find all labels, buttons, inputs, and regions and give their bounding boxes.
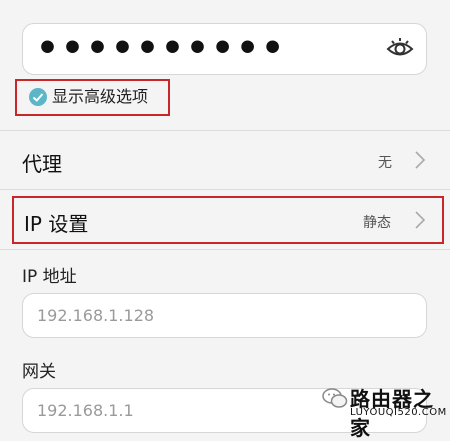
ip-settings-value: 静态 [363, 215, 391, 231]
password-masked-value: •••••••••• [36, 28, 287, 69]
ip-address-placeholder: 192.168.1.128 [37, 306, 155, 325]
ip-address-label: IP 地址 [22, 267, 77, 287]
chevron-right-icon [415, 211, 426, 229]
advanced-options-checkbox[interactable] [29, 88, 47, 106]
watermark-url: LUYOUQI520.COM [350, 407, 447, 418]
wechat-logo-icon [322, 388, 348, 408]
eye-icon[interactable] [386, 37, 414, 61]
divider [0, 189, 450, 190]
chevron-right-icon [415, 151, 426, 169]
checkmark-icon [32, 93, 44, 102]
proxy-label: 代理 [22, 152, 62, 176]
divider [0, 249, 450, 250]
ip-settings-label: IP 设置 [24, 212, 89, 236]
gateway-label: 网关 [22, 362, 56, 382]
advanced-options-label[interactable]: 显示高级选项 [52, 86, 148, 108]
proxy-value: 无 [378, 155, 392, 171]
gateway-placeholder: 192.168.1.1 [37, 401, 134, 420]
